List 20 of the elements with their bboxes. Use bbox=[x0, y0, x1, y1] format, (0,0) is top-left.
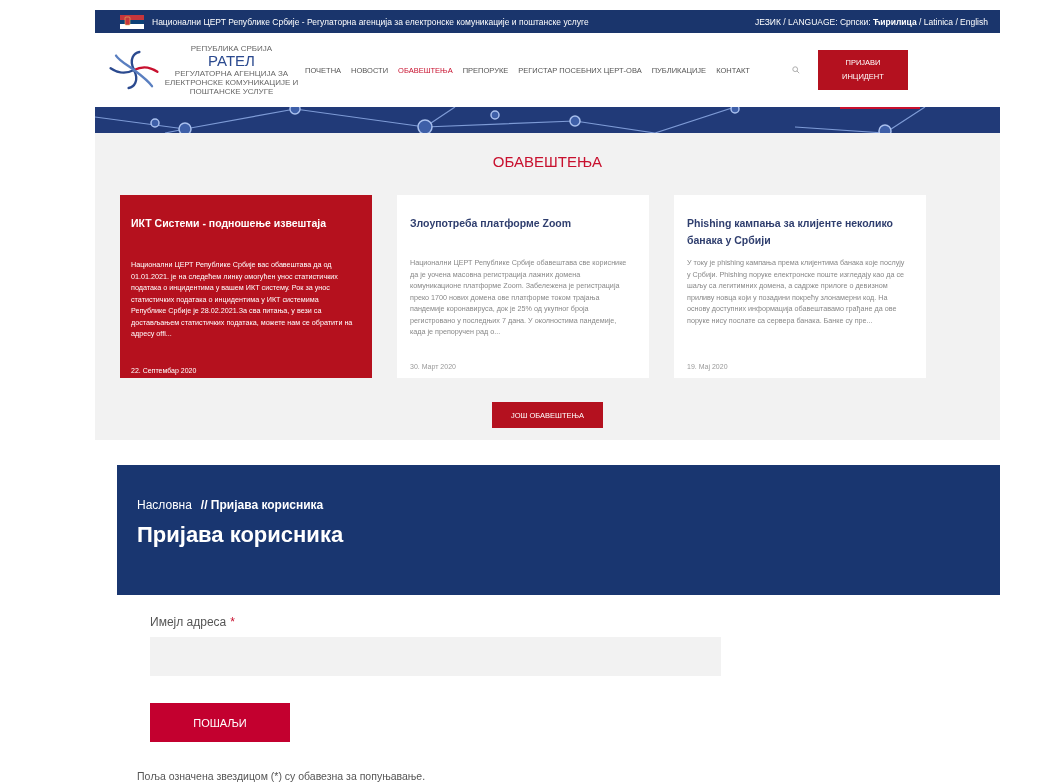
section-heading: ОБАВЕШТЕЊА bbox=[491, 153, 604, 172]
site-title: Национални ЦЕРТ Републике Србије - Регулаторна агенција за електронске комуникације и поштанске услуге bbox=[152, 16, 589, 27]
logo-overline: РЕПУБЛИКА СРБИЈА bbox=[190, 44, 273, 53]
field-label: Имејл адреса bbox=[150, 615, 227, 629]
breadcrumb-current: // Пријава корисника bbox=[200, 498, 324, 512]
required-mark: * bbox=[230, 615, 235, 629]
swirl-logo-icon bbox=[107, 50, 161, 90]
submit-button[interactable]: ПОШАЉИ bbox=[150, 703, 290, 742]
required-note: Поља означена звездицом (*) су обавезна за попуњавање. bbox=[137, 770, 427, 782]
page-title: Пријава корисника bbox=[137, 522, 345, 548]
notice-title: ИКТ Системи - подношење извештаја bbox=[131, 216, 328, 231]
breadcrumb-link[interactable]: Насловна bbox=[137, 498, 192, 512]
notice-title: Phishing кампања за клијенте неколико банака у Србији bbox=[687, 216, 895, 248]
logo-subtitle: РЕГУЛАТОРНА АГЕНЦИЈА ЗА ЕЛЕКТРОНСКЕ КОМУНИКАЦИЈЕ И ПОШТАНСКЕ УСЛУГЕ bbox=[164, 69, 299, 96]
notice-title: Злоупотреба платформе Zoom bbox=[410, 216, 573, 231]
flag-icon bbox=[120, 14, 144, 29]
search-icon[interactable] bbox=[791, 66, 800, 74]
language-switcher[interactable]: ЈЕЗИК / LANGUAGE: Српски: Ћирилица / Latinica / English bbox=[755, 16, 988, 27]
logo-wordmark: РАТЕЛ bbox=[208, 53, 255, 69]
notice-card[interactable] bbox=[120, 195, 372, 378]
